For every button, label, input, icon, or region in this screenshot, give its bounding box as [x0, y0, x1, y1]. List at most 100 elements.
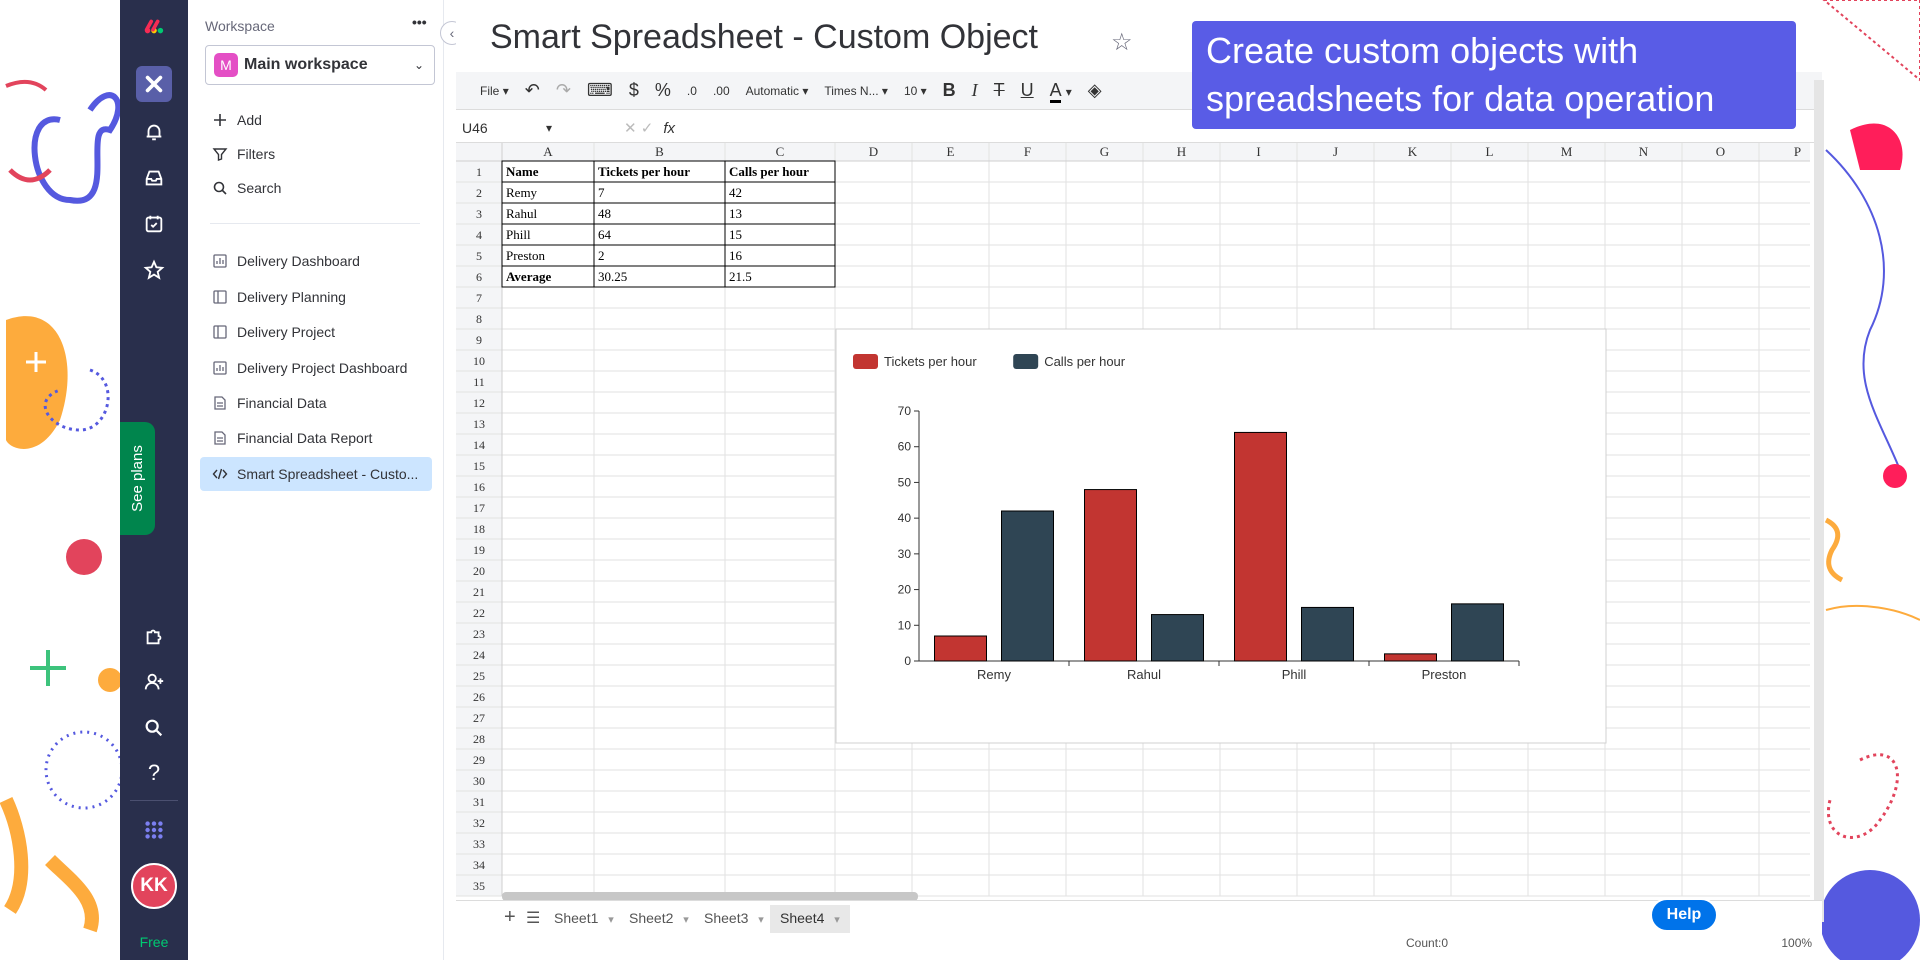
currency-button[interactable]: $ — [629, 80, 639, 101]
spreadsheet-grid[interactable]: A B C D E F G H I J K L M N O P123456789101112131415161… — [456, 143, 1810, 900]
text-color-button[interactable]: A ▾ — [1049, 80, 1072, 103]
table-cell[interactable] — [593, 223, 726, 246]
file-menu[interactable]: File ▾ — [480, 84, 509, 98]
bar-calls-per-hour-preston[interactable] — [1451, 603, 1504, 662]
fill-color-icon[interactable]: ◈ — [1088, 80, 1102, 101]
my-work-calendar-icon[interactable] — [136, 206, 172, 242]
table-cell[interactable] — [593, 244, 726, 267]
invite-members-icon[interactable] — [136, 664, 172, 700]
text-color-label: A — [1049, 80, 1061, 103]
column-header: A — [543, 144, 553, 159]
sidebar-item-financial-data-report[interactable]: Financial Data Report — [200, 421, 432, 455]
help-question-icon[interactable]: ? — [136, 755, 172, 791]
vertical-scrollbar[interactable] — [1814, 80, 1824, 922]
row-header: 33 — [473, 837, 485, 851]
column-header: D — [869, 144, 878, 159]
cell-value: Average — [506, 269, 551, 284]
doc-icon — [214, 396, 226, 410]
row-header: 18 — [473, 522, 485, 536]
bar-tickets-per-hour-rahul[interactable] — [1084, 489, 1137, 662]
legend-swatch[interactable] — [853, 354, 878, 369]
sidebar-item-label: Delivery Planning — [237, 289, 346, 305]
table-cell[interactable] — [593, 202, 726, 225]
cell-value: 13 — [729, 206, 742, 221]
legend-label: Tickets per hour — [884, 354, 977, 369]
cell-value: 30.25 — [598, 269, 627, 284]
add-button[interactable]: Add — [200, 103, 432, 137]
table-cell[interactable] — [593, 181, 726, 204]
monday-logo-icon[interactable] — [136, 8, 172, 44]
cell-reference-input[interactable]: U46 — [462, 120, 488, 136]
favorites-star-icon[interactable] — [136, 252, 172, 288]
workspace-avatar: M — [214, 53, 238, 77]
row-header: 19 — [473, 543, 485, 557]
redo-icon[interactable]: ↷ — [556, 80, 571, 101]
percent-button[interactable]: % — [655, 80, 671, 101]
workspace-sidebar: Workspace ••• M Main workspace ⌄ Add Fil… — [188, 0, 444, 960]
notifications-bell-icon[interactable] — [136, 114, 172, 150]
chevron-down-icon[interactable]: ▾ — [546, 121, 552, 135]
inbox-icon[interactable] — [136, 160, 172, 196]
cell-value: Remy — [506, 185, 538, 200]
number-format-select[interactable]: Automatic ▾ — [746, 84, 809, 98]
cell-value: Tickets per hour — [598, 164, 690, 179]
font-size-select[interactable]: 10 ▾ — [904, 84, 927, 98]
decrease-decimal-button[interactable]: .00 — [713, 84, 730, 98]
bar-calls-per-hour-rahul[interactable] — [1151, 614, 1204, 662]
paint-format-icon[interactable]: ⌨ — [587, 80, 613, 101]
app-grid-icon[interactable] — [136, 812, 172, 848]
tab-sheet2[interactable]: Sheet2 ▾ — [629, 910, 689, 926]
cell-value: 42 — [729, 185, 742, 200]
strikethrough-button[interactable]: T — [994, 80, 1005, 101]
italic-button[interactable]: I — [972, 80, 978, 101]
workspace-selector[interactable]: M Main workspace ⌄ — [205, 45, 435, 85]
bar-calls-per-hour-phill[interactable] — [1301, 606, 1354, 662]
favorite-star-icon[interactable]: ☆ — [1111, 28, 1133, 57]
x-tick-label: Preston — [1422, 667, 1467, 682]
user-avatar[interactable]: KK — [131, 863, 177, 909]
undo-icon[interactable]: ↶ — [525, 80, 540, 101]
legend-label: Calls per hour — [1044, 354, 1126, 369]
tab-sheet1[interactable]: Sheet1 ▾ — [554, 910, 614, 926]
tooltip-banner: Create custom objects with spreadsheets … — [1192, 21, 1796, 129]
sidebar-item-financial-data[interactable]: Financial Data — [200, 386, 432, 420]
cell-value: Name — [506, 164, 539, 179]
workspace-more-button[interactable]: ••• — [412, 14, 427, 30]
increase-decimal-button[interactable]: .0 — [687, 84, 697, 98]
see-plans-button[interactable]: See plans — [120, 422, 155, 535]
sidebar-item-smart-spreadsheet[interactable]: Smart Spreadsheet - Custo... — [200, 457, 432, 491]
tab-sheet4[interactable]: Sheet4 ▾ — [770, 905, 850, 933]
bar-tickets-per-hour-remy[interactable] — [934, 635, 987, 662]
add-sheet-button[interactable]: + — [504, 906, 516, 929]
cancel-formula-icon[interactable]: ✕ — [624, 120, 637, 137]
column-header: M — [1561, 144, 1573, 159]
apps-puzzle-icon[interactable] — [136, 618, 172, 654]
sidebar-item-delivery-project-dashboard[interactable]: Delivery Project Dashboard — [200, 351, 432, 385]
y-tick-label: 30 — [898, 547, 912, 561]
sidebar-item-delivery-planning[interactable]: Delivery Planning — [200, 280, 432, 314]
sidebar-item-delivery-dashboard[interactable]: Delivery Dashboard — [200, 244, 432, 278]
row-header: 8 — [476, 312, 482, 326]
legend-swatch[interactable] — [1013, 354, 1039, 369]
row-header: 34 — [473, 858, 485, 872]
workspace-x-icon[interactable] — [136, 66, 172, 102]
search-icon[interactable] — [136, 710, 172, 746]
help-button[interactable]: Help — [1650, 898, 1718, 932]
sidebar-item-delivery-project[interactable]: Delivery Project — [200, 315, 432, 349]
bar-tickets-per-hour-preston[interactable] — [1384, 653, 1437, 662]
font-family-select[interactable]: Times N... ▾ — [824, 84, 888, 98]
row-header: 24 — [473, 648, 485, 662]
underline-button[interactable]: U — [1021, 80, 1034, 101]
confirm-formula-icon[interactable]: ✓ — [641, 120, 654, 137]
tab-sheet3[interactable]: Sheet3 ▾ — [704, 910, 764, 926]
row-header: 29 — [473, 753, 485, 767]
bar-calls-per-hour-remy[interactable] — [1001, 510, 1054, 662]
search-button[interactable]: Search — [200, 171, 432, 205]
sheet-list-button[interactable]: ☰ — [526, 908, 540, 928]
column-header: H — [1177, 144, 1186, 159]
filter-icon — [212, 148, 228, 161]
bold-button[interactable]: B — [943, 80, 956, 101]
bar-tickets-per-hour-phill[interactable] — [1234, 431, 1287, 662]
filters-button[interactable]: Filters — [200, 137, 432, 171]
chart-panel[interactable] — [835, 328, 1607, 744]
